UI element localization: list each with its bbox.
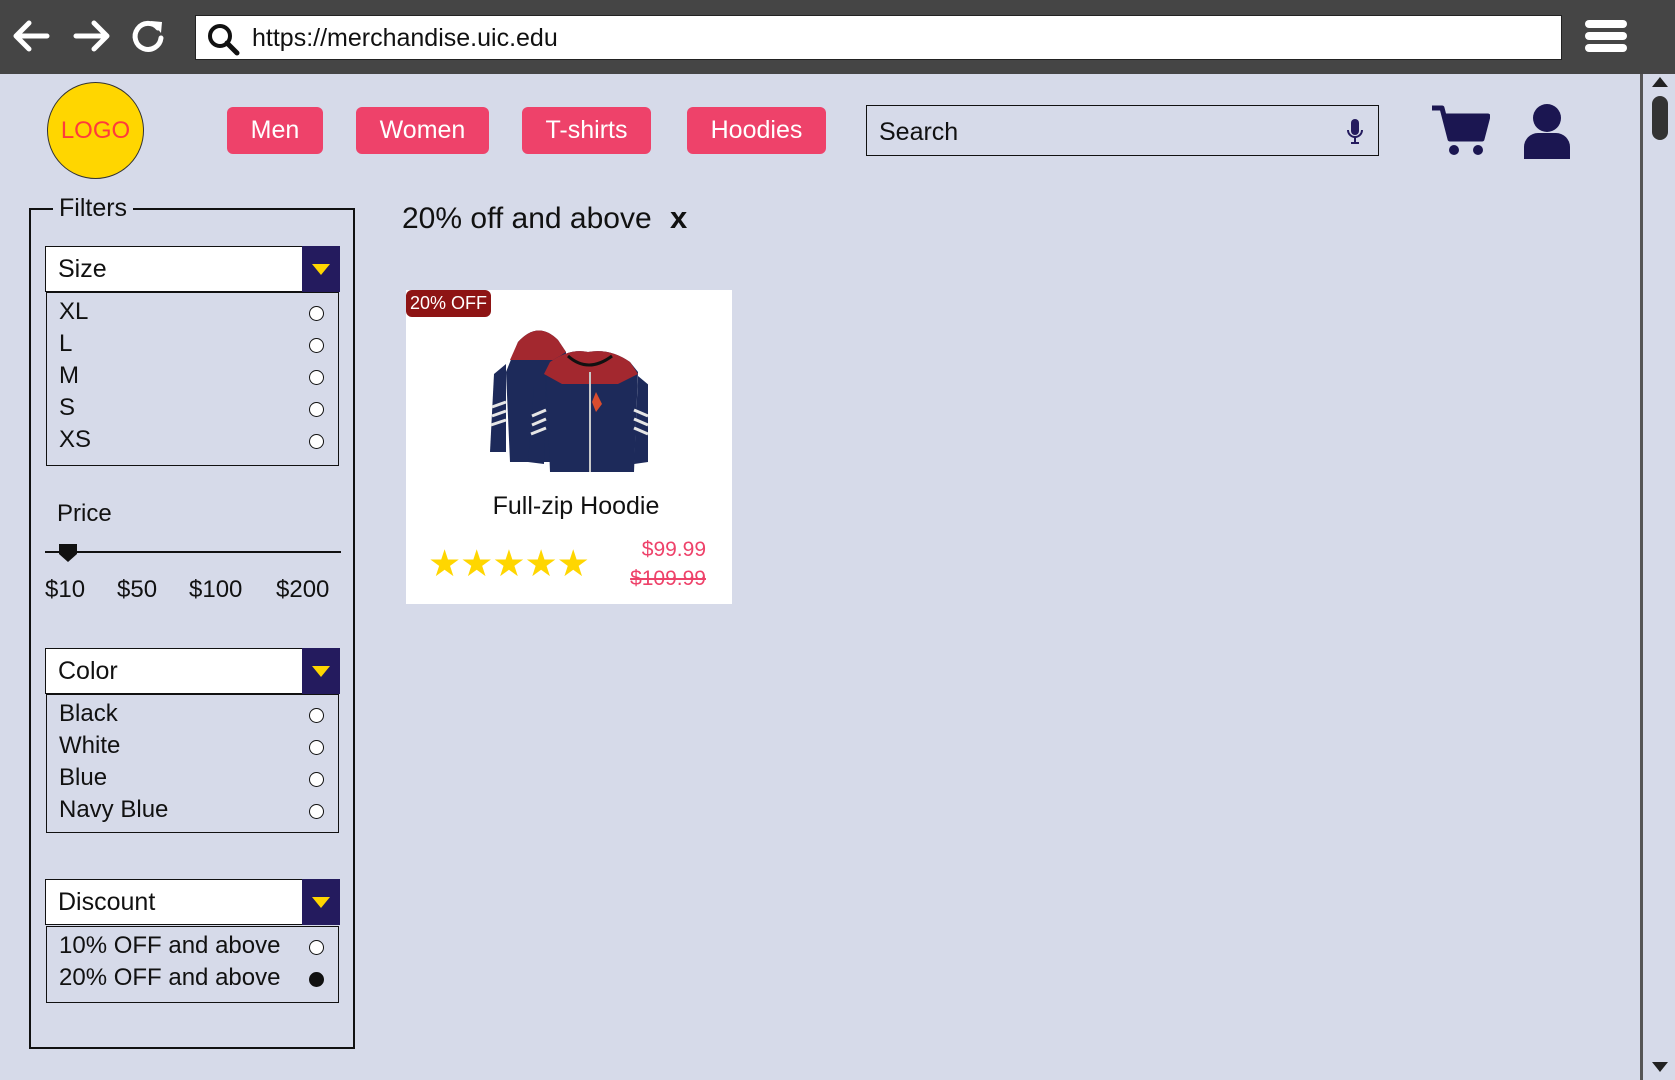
size-l-radio[interactable]: [309, 338, 324, 353]
color-navy-blue-radio[interactable]: [309, 804, 324, 819]
search-placeholder: Search: [879, 118, 959, 146]
size-options: XL L M S XS: [46, 292, 339, 466]
search-input[interactable]: Search: [866, 105, 1379, 156]
color-option[interactable]: Blue: [59, 764, 324, 794]
back-arrow-icon: [13, 20, 50, 52]
nav-women-button[interactable]: Women: [356, 107, 489, 154]
discount-20-radio-selected[interactable]: [309, 972, 324, 987]
browser-menu-button[interactable]: [1585, 16, 1631, 56]
nav-men-button[interactable]: Men: [227, 107, 323, 154]
hamburger-menu-icon: [1585, 20, 1627, 28]
size-xs-radio[interactable]: [309, 434, 324, 449]
price-slider-handle[interactable]: [58, 543, 78, 563]
forward-arrow-icon: [73, 20, 110, 52]
size-dropdown-toggle[interactable]: [302, 246, 340, 292]
discount-badge: 20% OFF: [406, 290, 492, 317]
address-bar[interactable]: https://merchandise.uic.edu: [195, 15, 1562, 60]
discount-option[interactable]: 10% OFF and above: [59, 932, 324, 962]
back-button[interactable]: [9, 14, 53, 58]
color-option[interactable]: Black: [59, 700, 324, 730]
discount-dropdown-label: Discount: [58, 888, 156, 916]
discount-dropdown-toggle[interactable]: [302, 879, 340, 925]
size-xl-radio[interactable]: [309, 306, 324, 321]
filters-title: Filters: [53, 194, 134, 223]
discount-dropdown[interactable]: Discount: [45, 879, 340, 925]
cart-icon[interactable]: [1430, 103, 1490, 157]
rating-stars-icon: ★★★★★: [428, 543, 590, 584]
price-slider-track[interactable]: [45, 551, 341, 553]
color-dropdown-label: Color: [58, 657, 118, 685]
size-m-radio[interactable]: [309, 370, 324, 385]
chevron-down-icon: [312, 665, 330, 677]
size-option[interactable]: XS: [59, 426, 324, 456]
size-option[interactable]: M: [59, 362, 324, 392]
color-option[interactable]: Navy Blue: [59, 796, 324, 826]
color-option[interactable]: White: [59, 732, 324, 762]
color-dropdown-toggle[interactable]: [302, 648, 340, 694]
discount-option[interactable]: 20% OFF and above: [59, 964, 324, 994]
size-option[interactable]: L: [59, 330, 324, 360]
color-black-radio[interactable]: [309, 708, 324, 723]
user-icon[interactable]: [1522, 103, 1572, 159]
price-tick: $200: [276, 576, 330, 603]
price-label: Price: [57, 500, 112, 527]
scroll-thumb[interactable]: [1652, 96, 1668, 140]
color-blue-radio[interactable]: [309, 772, 324, 787]
color-white-radio[interactable]: [309, 740, 324, 755]
size-option[interactable]: S: [59, 394, 324, 424]
product-card[interactable]: 20% OFF Full-zip Hoodie ★★★★★ $99.99 $10…: [406, 290, 732, 604]
discount-10-radio[interactable]: [309, 940, 324, 955]
nav-tshirts-button[interactable]: T-shirts: [522, 107, 651, 154]
product-name: Full-zip Hoodie: [492, 492, 660, 520]
nav-hoodies-button[interactable]: Hoodies: [687, 107, 826, 154]
scroll-up-arrow-icon[interactable]: [1652, 77, 1668, 87]
clear-filter-button[interactable]: x: [670, 200, 687, 236]
site-logo[interactable]: LOGO: [47, 82, 144, 179]
size-dropdown-label: Size: [58, 255, 107, 283]
discount-options: 10% OFF and above 20% OFF and above: [46, 926, 339, 1003]
reload-icon: [132, 20, 164, 52]
search-icon: [208, 24, 240, 56]
microphone-icon[interactable]: [1346, 118, 1364, 146]
url-text: https://merchandise.uic.edu: [252, 24, 558, 52]
size-option[interactable]: XL: [59, 298, 324, 328]
chevron-down-icon: [312, 896, 330, 908]
browser-toolbar: https://merchandise.uic.edu: [0, 0, 1675, 74]
scroll-down-arrow-icon[interactable]: [1652, 1062, 1668, 1072]
reload-button[interactable]: [126, 14, 170, 58]
price-tick: $10: [45, 576, 86, 603]
vertical-scrollbar[interactable]: [1640, 74, 1675, 1080]
filters-panel: Filters Size XL L M S XS Price $10 $50 $…: [29, 194, 355, 1049]
price-tick: $50: [117, 576, 158, 603]
price-tick: $100: [189, 576, 243, 603]
color-options: Black White Blue Navy Blue: [46, 694, 339, 833]
size-dropdown[interactable]: Size: [45, 246, 340, 292]
active-filter-label: 20% off and above: [402, 202, 652, 235]
product-price: $99.99: [641, 538, 706, 561]
chevron-down-icon: [312, 263, 330, 275]
forward-button[interactable]: [70, 14, 114, 58]
size-s-radio[interactable]: [309, 402, 324, 417]
hoodie-product-image: [490, 330, 648, 472]
product-original-price: $109.99: [630, 567, 706, 590]
color-dropdown[interactable]: Color: [45, 648, 340, 694]
